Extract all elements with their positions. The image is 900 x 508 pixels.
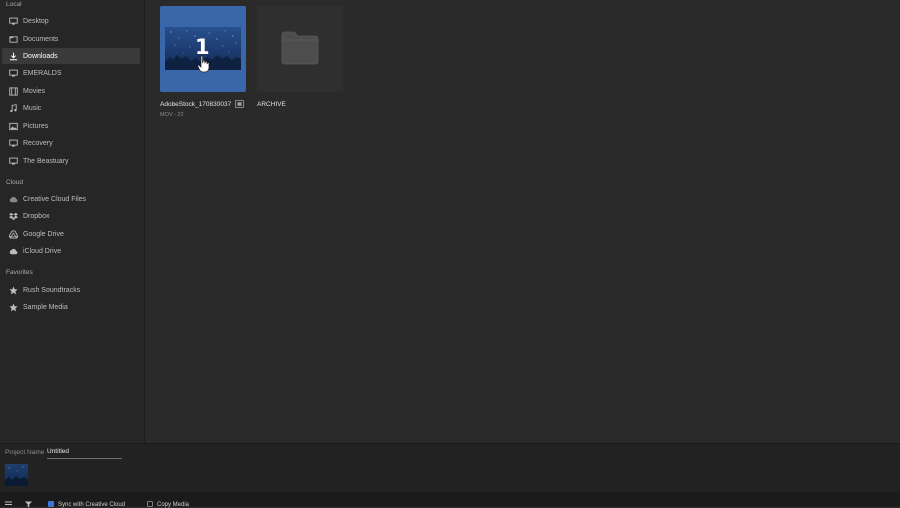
sidebar-item-label: Desktop — [23, 17, 49, 25]
folder-icon — [281, 31, 319, 65]
download-icon — [8, 51, 18, 61]
sync-label: Sync with Creative Cloud — [58, 502, 126, 508]
sidebar-item-downloads[interactable]: Downloads — [2, 48, 140, 64]
sidebar-item-label: Documents — [23, 35, 59, 43]
list-view-icon[interactable] — [5, 501, 12, 507]
picture-icon — [8, 121, 18, 131]
file-tile-video[interactable]: 1 — [160, 6, 246, 92]
filter-icon[interactable] — [25, 501, 32, 507]
cloud-icon — [8, 246, 18, 256]
sidebar-item-label: Google Drive — [23, 230, 64, 238]
sidebar-item-label: The Beastuary — [23, 157, 69, 165]
monitor-icon — [8, 16, 18, 26]
sidebar-item-label: Movies — [23, 87, 46, 95]
copy-media-checkbox[interactable] — [147, 501, 153, 507]
file-grid: 1 AdobeStock_170830037 MOV - 22 ARCHIVE — [145, 0, 900, 443]
sidebar-item-sample-media[interactable]: Sample Media — [2, 299, 140, 315]
project-name-input[interactable]: Untitled — [47, 448, 122, 459]
sidebar-item-documents[interactable]: Documents — [2, 31, 140, 47]
sidebar-item-icloud-drive[interactable]: iCloud Drive — [2, 243, 140, 259]
monitor-icon — [8, 68, 18, 78]
sidebar-item-dropbox[interactable]: Dropbox — [2, 208, 140, 224]
sidebar-item-label: Rush Soundtracks — [23, 286, 81, 294]
movie-icon — [8, 86, 18, 96]
file-name: AdobeStock_170830037 — [160, 101, 232, 108]
creative-cloud-icon — [8, 194, 18, 204]
file-meta: MOV - 22 — [160, 112, 184, 118]
sidebar-item-google-drive[interactable]: Google Drive — [2, 226, 140, 242]
sidebar-item-label: EMERALDS — [23, 69, 62, 77]
multicam-icon — [235, 100, 244, 108]
dropbox-icon — [8, 211, 18, 221]
section-title-cloud: Cloud — [6, 179, 23, 186]
sidebar-item-label: Dropbox — [23, 212, 50, 220]
section-title-local: Local — [6, 1, 22, 8]
folder-name: ARCHIVE — [257, 101, 286, 108]
sidebar-item-movies[interactable]: Movies — [2, 83, 140, 99]
sidebar-item-label: Pictures — [23, 122, 49, 130]
sync-checkbox[interactable] — [48, 501, 54, 507]
monitor-icon — [8, 138, 18, 148]
music-icon — [8, 103, 18, 113]
sidebar-item-desktop[interactable]: Desktop — [2, 13, 140, 29]
copy-media-label: Copy Media — [157, 502, 190, 508]
project-name-label: Project Name — [5, 449, 45, 456]
sidebar-item-label: Creative Cloud Files — [23, 195, 87, 203]
document-icon — [8, 34, 18, 44]
sidebar-item-label: Music — [23, 104, 42, 112]
sidebar: Local Desktop Documents Downloads EMERAL… — [0, 0, 145, 443]
sidebar-item-the-beastuary[interactable]: The Beastuary — [2, 153, 140, 169]
sidebar-item-rush-soundtracks[interactable]: Rush Soundtracks — [2, 282, 140, 298]
star-icon — [8, 285, 18, 295]
sidebar-item-music[interactable]: Music — [2, 100, 140, 116]
sidebar-item-label: iCloud Drive — [23, 247, 62, 255]
sidebar-item-creative-cloud-files[interactable]: Creative Cloud Files — [2, 191, 140, 207]
sidebar-item-pictures[interactable]: Pictures — [2, 118, 140, 134]
hand-cursor-icon — [197, 55, 210, 73]
bottom-toolbar: Sync with Creative Cloud Copy Media — [0, 492, 900, 508]
section-title-favorites: Favorites — [6, 269, 33, 276]
file-tile-folder[interactable] — [257, 6, 343, 92]
sidebar-item-label: Sample Media — [23, 303, 68, 311]
selected-clip-thumbnail[interactable] — [5, 464, 28, 486]
star-icon — [8, 302, 18, 312]
sidebar-item-label: Downloads — [23, 52, 58, 60]
sidebar-item-emeralds[interactable]: EMERALDS — [2, 65, 140, 81]
monitor-icon — [8, 156, 18, 166]
google-drive-icon — [8, 229, 18, 239]
sidebar-item-recovery[interactable]: Recovery — [2, 135, 140, 151]
sidebar-item-label: Recovery — [23, 139, 53, 147]
